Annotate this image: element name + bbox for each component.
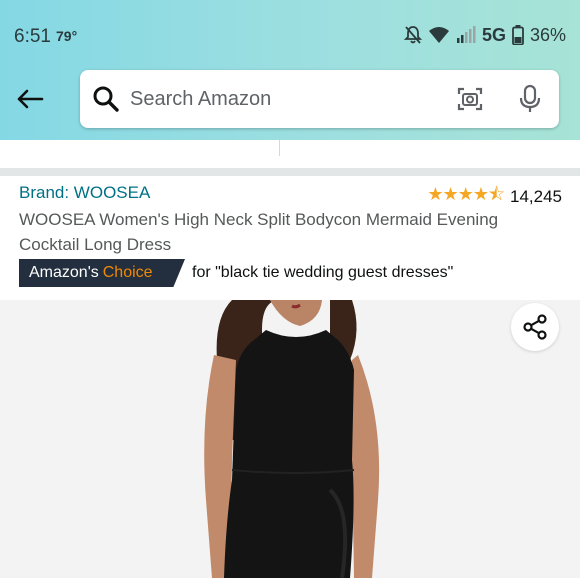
amazons-choice-badge: Amazon's Choice	[19, 259, 185, 287]
network-type: 5G	[481, 24, 506, 45]
status-temperature: 79°	[56, 28, 78, 44]
status-time: 6:51	[14, 26, 51, 47]
search-icon	[93, 86, 119, 112]
product-image[interactable]	[0, 300, 580, 578]
actions-divider	[279, 140, 280, 156]
status-bar: 6:51 79° 5G 36%	[0, 0, 580, 70]
badge-prefix: Amazon's	[29, 264, 99, 281]
share-button[interactable]	[511, 303, 559, 351]
mute-icon	[403, 26, 422, 44]
rating-count: 14,245	[510, 187, 562, 206]
badge-query: for "black tie wedding guest dresses"	[192, 264, 454, 281]
share-icon	[523, 314, 547, 340]
section-separator	[0, 168, 580, 176]
dress-photo	[204, 300, 380, 578]
microphone-icon[interactable]	[518, 84, 542, 114]
signal-icon	[456, 26, 476, 43]
brand-link[interactable]: Brand: WOOSEA	[19, 183, 150, 203]
battery-percent: 36%	[529, 24, 566, 45]
wifi-icon	[428, 27, 449, 43]
battery-icon	[512, 25, 524, 45]
search-bar[interactable]	[80, 70, 559, 128]
product-title[interactable]: WOOSEA Women's High Neck Split Bodycon M…	[19, 207, 559, 257]
camera-search-icon[interactable]	[456, 85, 484, 113]
arrow-left-icon	[17, 89, 44, 109]
back-button[interactable]	[12, 84, 48, 114]
badge-highlight: Choice	[102, 264, 153, 281]
status-icons: 5G 36%	[403, 22, 566, 48]
search-input[interactable]	[130, 80, 450, 118]
